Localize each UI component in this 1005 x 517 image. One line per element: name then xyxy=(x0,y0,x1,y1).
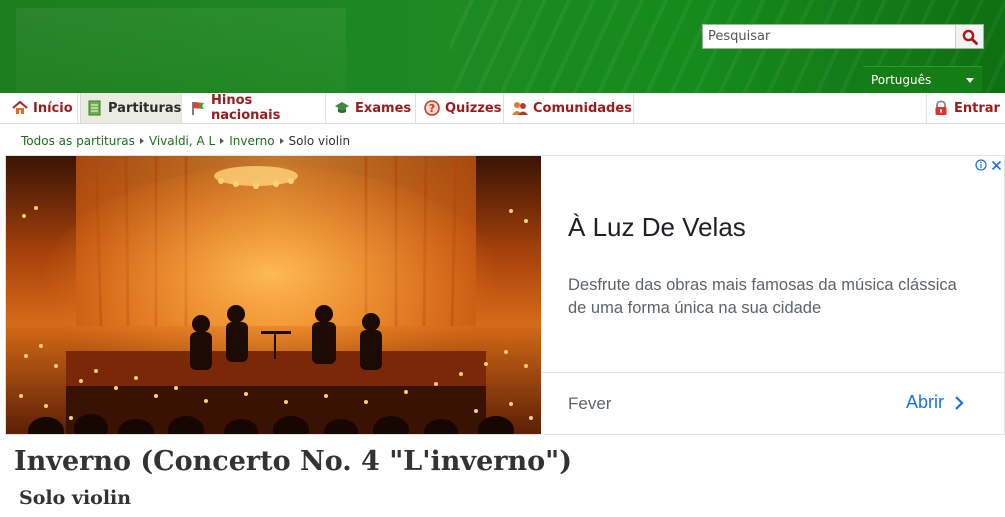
breadcrumb-current: Solo violin xyxy=(288,134,351,148)
breadcrumb-link[interactable]: Todos as partituras xyxy=(21,134,135,148)
home-icon xyxy=(12,100,28,116)
nav-label: Início xyxy=(33,100,73,116)
svg-text:?: ? xyxy=(429,102,435,115)
search-button[interactable] xyxy=(955,25,983,48)
ad-info-controls xyxy=(975,158,1003,172)
ad-open-button[interactable]: Abrir xyxy=(906,392,966,413)
ad-open-label: Abrir xyxy=(906,392,945,412)
flag-icon xyxy=(190,100,206,116)
nav-item-partituras[interactable]: Partituras xyxy=(80,93,182,123)
breadcrumb: Todos as partituras Vivaldi, A L Inverno… xyxy=(21,134,350,148)
search-icon xyxy=(962,29,978,45)
main-nav: Início Partituras Hinos nacionais Exames… xyxy=(0,93,1005,124)
ad-image[interactable] xyxy=(6,156,541,435)
nav-item-quizzes[interactable]: ? Quizzes xyxy=(418,93,504,123)
page-subtitle: Solo violin xyxy=(19,487,132,509)
advertisement[interactable]: À Luz De Velas Desfrute das obras mais f… xyxy=(5,155,1005,435)
info-icon[interactable] xyxy=(975,159,987,171)
breadcrumb-arrow-icon xyxy=(139,138,144,144)
login-label: Entrar xyxy=(954,100,1000,116)
chevron-right-icon xyxy=(955,395,964,410)
question-icon: ? xyxy=(424,100,440,116)
nav-label: Quizzes xyxy=(445,100,502,116)
nav-item-inicio[interactable]: Início xyxy=(6,93,78,123)
breadcrumb-link[interactable]: Vivaldi, A L xyxy=(149,134,215,148)
sheet-music-icon xyxy=(87,100,103,116)
ad-description: Desfrute das obras mais famosas da músic… xyxy=(568,276,957,317)
language-select[interactable]: Português xyxy=(863,66,982,93)
lock-icon xyxy=(933,100,949,116)
nav-label: Partituras xyxy=(108,100,182,116)
nav-label: Exames xyxy=(355,100,412,116)
nav-label: Comunidades xyxy=(533,100,632,116)
nav-item-exames[interactable]: Exames xyxy=(328,93,416,123)
search-input[interactable] xyxy=(703,25,955,48)
site-banner[interactable] xyxy=(16,8,346,93)
chevron-down-icon xyxy=(966,78,974,83)
close-icon[interactable] xyxy=(991,160,1002,171)
language-select-value: Português xyxy=(871,73,932,87)
login-link[interactable]: Entrar xyxy=(926,93,1005,123)
ad-title[interactable]: À Luz De Velas xyxy=(568,212,746,243)
nav-item-hinos-nacionais[interactable]: Hinos nacionais xyxy=(184,93,326,123)
nav-label: Hinos nacionais xyxy=(211,93,281,123)
site-header: Português xyxy=(0,0,1005,93)
breadcrumb-arrow-icon xyxy=(220,138,225,144)
nav-item-comunidades[interactable]: Comunidades xyxy=(506,93,634,123)
breadcrumb-link[interactable]: Inverno xyxy=(229,134,274,148)
ad-divider xyxy=(542,372,1004,373)
people-icon xyxy=(512,100,528,116)
breadcrumb-arrow-icon xyxy=(279,138,284,144)
page-title: Inverno (Concerto No. 4 "L'inverno") xyxy=(14,446,572,477)
graduation-cap-icon xyxy=(334,100,350,116)
ad-advertiser: Fever xyxy=(568,394,612,413)
search-box xyxy=(702,24,984,49)
